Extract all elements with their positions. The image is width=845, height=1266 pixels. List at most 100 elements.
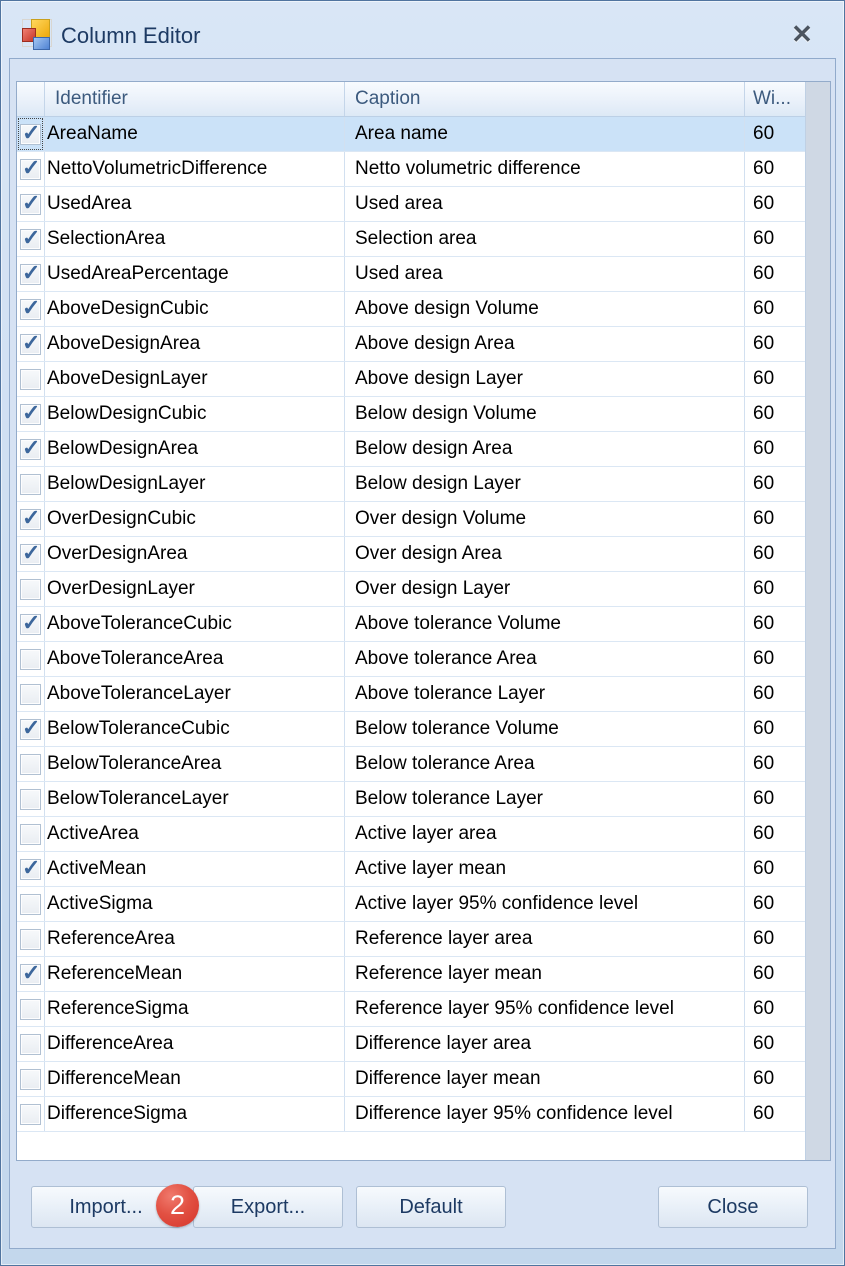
row-width[interactable]: 60 [745,712,806,746]
row-caption[interactable]: Selection area [345,222,745,256]
table-row[interactable]: ✓ OverDesignArea Over design Area 60 [17,537,806,572]
row-width[interactable]: 60 [745,467,806,501]
row-checkbox[interactable] [20,893,41,915]
row-width[interactable]: 60 [745,292,806,326]
row-caption[interactable]: Active layer mean [345,852,745,886]
row-identifier[interactable]: BelowDesignLayer [45,467,345,501]
row-checkbox[interactable]: ✓ [20,400,41,425]
row-checkbox-cell[interactable] [17,362,45,396]
row-checkbox-cell[interactable]: ✓ [17,117,45,151]
row-caption[interactable]: Reference layer area [345,922,745,956]
row-width[interactable]: 60 [745,607,806,641]
row-caption[interactable]: Over design Area [345,537,745,571]
row-caption[interactable]: Difference layer mean [345,1062,745,1096]
row-identifier[interactable]: OverDesignLayer [45,572,345,606]
row-caption[interactable]: Difference layer area [345,1027,745,1061]
row-checkbox[interactable]: ✓ [20,330,41,355]
row-checkbox-cell[interactable]: ✓ [17,502,45,536]
row-checkbox-cell[interactable] [17,782,45,816]
row-width[interactable]: 60 [745,432,806,466]
header-checkbox-column[interactable] [17,82,45,116]
row-checkbox-cell[interactable] [17,1027,45,1061]
row-width[interactable]: 60 [745,957,806,991]
table-row[interactable]: ActiveArea Active layer area 60 [17,817,806,852]
row-caption[interactable]: Over design Volume [345,502,745,536]
row-checkbox[interactable] [20,648,41,670]
row-width[interactable]: 60 [745,222,806,256]
row-identifier[interactable]: OverDesignArea [45,537,345,571]
row-identifier[interactable]: AboveDesignCubic [45,292,345,326]
row-checkbox-cell[interactable]: ✓ [17,957,45,991]
row-identifier[interactable]: AboveDesignLayer [45,362,345,396]
row-identifier[interactable]: AboveToleranceLayer [45,677,345,711]
row-checkbox-cell[interactable]: ✓ [17,292,45,326]
row-caption[interactable]: Used area [345,187,745,221]
row-checkbox[interactable]: ✓ [20,190,41,215]
row-identifier[interactable]: NettoVolumetricDifference [45,152,345,186]
row-checkbox-cell[interactable] [17,1097,45,1131]
row-checkbox[interactable]: ✓ [20,960,41,985]
row-caption[interactable]: Active layer area [345,817,745,851]
row-caption[interactable]: Above design Area [345,327,745,361]
row-identifier[interactable]: AboveDesignArea [45,327,345,361]
row-identifier[interactable]: BelowToleranceArea [45,747,345,781]
row-width[interactable]: 60 [745,677,806,711]
row-identifier[interactable]: DifferenceArea [45,1027,345,1061]
row-caption[interactable]: Above design Volume [345,292,745,326]
table-row[interactable]: AboveDesignLayer Above design Layer 60 [17,362,806,397]
table-row[interactable]: ✓ BelowDesignArea Below design Area 60 [17,432,806,467]
row-width[interactable]: 60 [745,817,806,851]
row-checkbox-cell[interactable] [17,467,45,501]
row-checkbox-cell[interactable] [17,992,45,1026]
table-row[interactable]: ✓ NettoVolumetricDifference Netto volume… [17,152,806,187]
row-checkbox[interactable] [20,368,41,390]
row-checkbox-cell[interactable] [17,572,45,606]
row-caption[interactable]: Used area [345,257,745,291]
table-row[interactable]: ✓ SelectionArea Selection area 60 [17,222,806,257]
row-checkbox[interactable]: ✓ [20,295,41,320]
row-checkbox-cell[interactable]: ✓ [17,327,45,361]
table-row[interactable]: BelowToleranceLayer Below tolerance Laye… [17,782,806,817]
row-identifier[interactable]: ReferenceSigma [45,992,345,1026]
table-row[interactable]: DifferenceSigma Difference layer 95% con… [17,1097,806,1132]
table-row[interactable]: OverDesignLayer Over design Layer 60 [17,572,806,607]
table-row[interactable]: ✓ AboveDesignCubic Above design Volume 6… [17,292,806,327]
row-identifier[interactable]: ActiveMean [45,852,345,886]
row-checkbox[interactable]: ✓ [20,540,41,565]
row-identifier[interactable]: AboveToleranceArea [45,642,345,676]
row-caption[interactable]: Active layer 95% confidence level [345,887,745,921]
row-identifier[interactable]: ActiveSigma [45,887,345,921]
header-width-column[interactable]: Wi... [745,82,806,116]
row-identifier[interactable]: ReferenceMean [45,957,345,991]
row-width[interactable]: 60 [745,537,806,571]
row-checkbox[interactable]: ✓ [20,155,41,180]
row-width[interactable]: 60 [745,502,806,536]
row-caption[interactable]: Below design Area [345,432,745,466]
table-row[interactable]: ✓ ActiveMean Active layer mean 60 [17,852,806,887]
row-width[interactable]: 60 [745,642,806,676]
row-checkbox-cell[interactable] [17,747,45,781]
table-row[interactable]: ActiveSigma Active layer 95% confidence … [17,887,806,922]
table-row[interactable]: AboveToleranceLayer Above tolerance Laye… [17,677,806,712]
row-width[interactable]: 60 [745,572,806,606]
row-identifier[interactable]: BelowDesignArea [45,432,345,466]
row-width[interactable]: 60 [745,257,806,291]
header-caption-column[interactable]: Caption [345,82,745,116]
row-checkbox[interactable]: ✓ [20,715,41,740]
row-checkbox-cell[interactable] [17,677,45,711]
row-width[interactable]: 60 [745,747,806,781]
row-width[interactable]: 60 [745,187,806,221]
table-row[interactable]: BelowDesignLayer Below design Layer 60 [17,467,806,502]
row-checkbox[interactable] [20,928,41,950]
row-checkbox[interactable]: ✓ [20,855,41,880]
row-identifier[interactable]: UsedAreaPercentage [45,257,345,291]
row-checkbox[interactable] [20,683,41,705]
row-width[interactable]: 60 [745,782,806,816]
row-checkbox[interactable] [20,1033,41,1055]
row-checkbox[interactable]: ✓ [20,225,41,250]
row-checkbox[interactable]: ✓ [20,610,41,635]
table-row[interactable]: ReferenceSigma Reference layer 95% confi… [17,992,806,1027]
row-checkbox[interactable] [20,788,41,810]
row-identifier[interactable]: UsedArea [45,187,345,221]
table-row[interactable]: ReferenceArea Reference layer area 60 [17,922,806,957]
